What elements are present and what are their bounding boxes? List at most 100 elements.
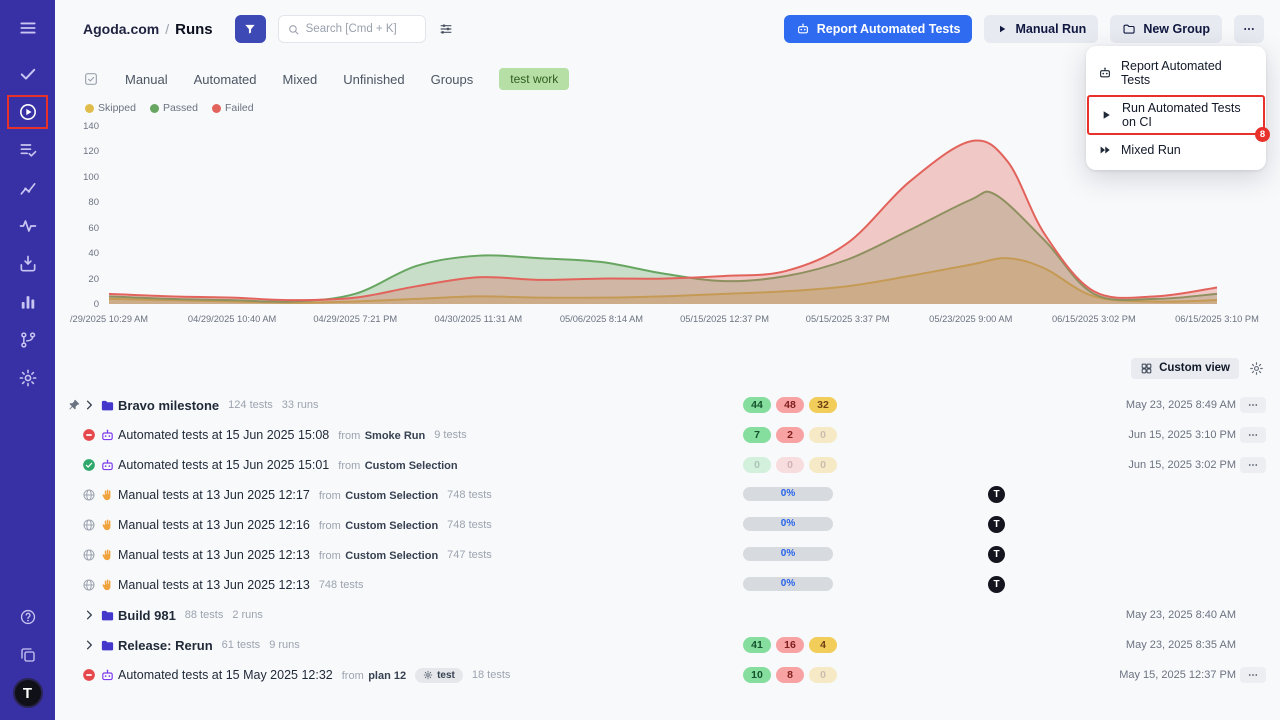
menu-icon [18,18,38,38]
badge-passed: 7 [743,427,771,443]
sidebar-item-runs[interactable] [0,93,55,131]
sidebar-item-branch[interactable] [0,321,55,359]
table-row[interactable]: Release: Rerun61 tests9 runs41164May 23,… [55,630,1280,660]
row-test-count: 61 tests [222,639,261,651]
row-from: from plan 12 [342,666,406,684]
chart-canvas [105,116,1221,312]
row-name: Automated tests at 15 May 2025 12:32 [118,668,333,682]
y-tick-label: 120 [83,146,99,157]
tab-manual[interactable]: Manual [125,72,168,87]
table-row[interactable]: Automated tests at 15 Jun 2025 15:01from… [55,450,1280,480]
table-row[interactable]: Bravo milestone124 tests33 runs444832May… [55,390,1280,420]
sidebar-item-import[interactable] [0,245,55,283]
chart-x-axis: /29/2025 10:29 AM04/29/2025 10:40 AM04/2… [105,314,1221,328]
header-more-button[interactable] [1234,15,1264,43]
tab-groups[interactable]: Groups [431,72,474,87]
expand-chevron-icon[interactable] [82,608,96,622]
row-date: May 15, 2025 12:37 PM [1119,669,1236,681]
sidebar-item-menu[interactable] [0,0,55,55]
new-group-label: New Group [1143,22,1210,36]
row-name: Automated tests at 15 Jun 2025 15:08 [118,428,329,442]
globe-icon [82,488,96,502]
tab-mixed[interactable]: Mixed [283,72,318,87]
checkbox-icon[interactable] [83,71,99,87]
search-box[interactable] [278,15,426,43]
sidebar-item-results[interactable] [0,131,55,169]
row-test-count: 124 tests [228,399,273,411]
sliders-icon[interactable] [438,21,454,37]
view-settings-gear-icon[interactable] [1249,361,1264,376]
tab-automated[interactable]: Automated [194,72,257,87]
table-row[interactable]: Manual tests at 13 Jun 2025 12:16from Cu… [55,510,1280,540]
badge-passed: 41 [743,637,771,653]
row-name: Manual tests at 13 Jun 2025 12:13 [118,578,310,592]
row-from: from Smoke Run [338,426,425,444]
badge-skipped: 32 [809,397,837,413]
progress-value: 0% [743,517,833,531]
manual-run-button[interactable]: Manual Run [984,15,1098,43]
hand-icon [100,548,114,562]
annotation-box [7,95,48,129]
sidebar-item-docs[interactable] [0,636,55,674]
table-row[interactable]: Manual tests at 13 Jun 2025 12:17 from Cu… [55,480,1280,510]
sidebar-item-analytics[interactable] [0,169,55,207]
progress-bar: 0% [743,517,833,531]
expand-chevron-icon[interactable] [82,398,96,412]
sidebar-item-reports[interactable] [0,283,55,321]
table-row[interactable]: Automated tests at 15 Jun 2025 15:08 from… [55,420,1280,450]
hand-icon [100,488,114,502]
row-result-badges: 1080 [743,667,837,683]
y-tick-label: 80 [88,197,99,208]
tab-unfinished[interactable]: Unfinished [343,72,404,87]
progress-value: 0% [743,577,833,591]
globe-icon [82,548,96,562]
menu-item-mixed-run[interactable]: Mixed Run [1086,137,1266,163]
expand-chevron-icon[interactable] [82,638,96,652]
table-row[interactable]: Manual tests at 13 Jun 2025 12:13748 tes… [55,570,1280,600]
menu-item-label: Report Automated Tests [1121,59,1254,87]
custom-view-button[interactable]: Custom view [1131,358,1239,379]
row-from: from Custom Selection [319,486,438,504]
table-row[interactable]: Build 98188 tests2 runsMay 23, 2025 8:40… [55,600,1280,630]
sidebar-item-tasks[interactable] [0,55,55,93]
badge-failed: 48 [776,397,804,413]
filter-tag[interactable]: test work [499,68,569,90]
play-icon [1099,108,1113,122]
row-tag[interactable]: test [415,668,463,683]
x-tick-label: 05/15/2025 12:37 PM [680,314,769,324]
row-date: May 23, 2025 8:35 AM [1126,639,1236,651]
x-tick-label: 06/15/2025 3:02 PM [1052,314,1136,324]
menu-item-run-automated-tests-on-ci[interactable]: Run Automated Tests on CI8 [1087,95,1265,135]
row-more-button[interactable] [1240,427,1266,443]
row-name: Automated tests at 15 Jun 2025 15:01 [118,458,329,472]
robot-icon [100,668,115,683]
hand-icon [100,578,114,592]
sidebar-item-pulse[interactable] [0,207,55,245]
row-more-button[interactable] [1240,457,1266,473]
pin-icon [67,398,81,412]
new-group-button[interactable]: New Group [1110,15,1222,43]
badge-failed: 2 [776,427,804,443]
row-more-button[interactable] [1240,667,1266,683]
row-result-badges: 720 [743,427,837,443]
sidebar-logo[interactable]: T [0,674,55,712]
table-row[interactable]: Automated tests at 15 May 2025 12:32 from… [55,660,1280,690]
breadcrumb-project[interactable]: Agoda.com [83,21,159,37]
row-name: Manual tests at 13 Jun 2025 12:17 [118,488,310,502]
x-tick-label: 05/15/2025 3:37 PM [806,314,890,324]
table-row[interactable]: Manual tests at 13 Jun 2025 12:13from Cu… [55,540,1280,570]
sidebar-item-settings[interactable] [0,359,55,397]
filter-icon [243,22,257,36]
analytics-icon [18,178,38,198]
menu-item-report-automated-tests[interactable]: Report Automated Tests [1086,53,1266,93]
sidebar-item-help[interactable] [0,598,55,636]
row-result-badges: 444832 [743,397,837,413]
fast-forward-icon [1098,143,1112,157]
report-automated-tests-button[interactable]: Report Automated Tests [784,15,973,43]
search-icon [287,23,300,36]
row-run-count: 33 runs [282,399,319,411]
filter-button[interactable] [235,15,266,43]
row-more-button[interactable] [1240,397,1266,413]
search-input[interactable] [306,23,417,35]
menu-item-label: Run Automated Tests on CI [1122,101,1253,129]
